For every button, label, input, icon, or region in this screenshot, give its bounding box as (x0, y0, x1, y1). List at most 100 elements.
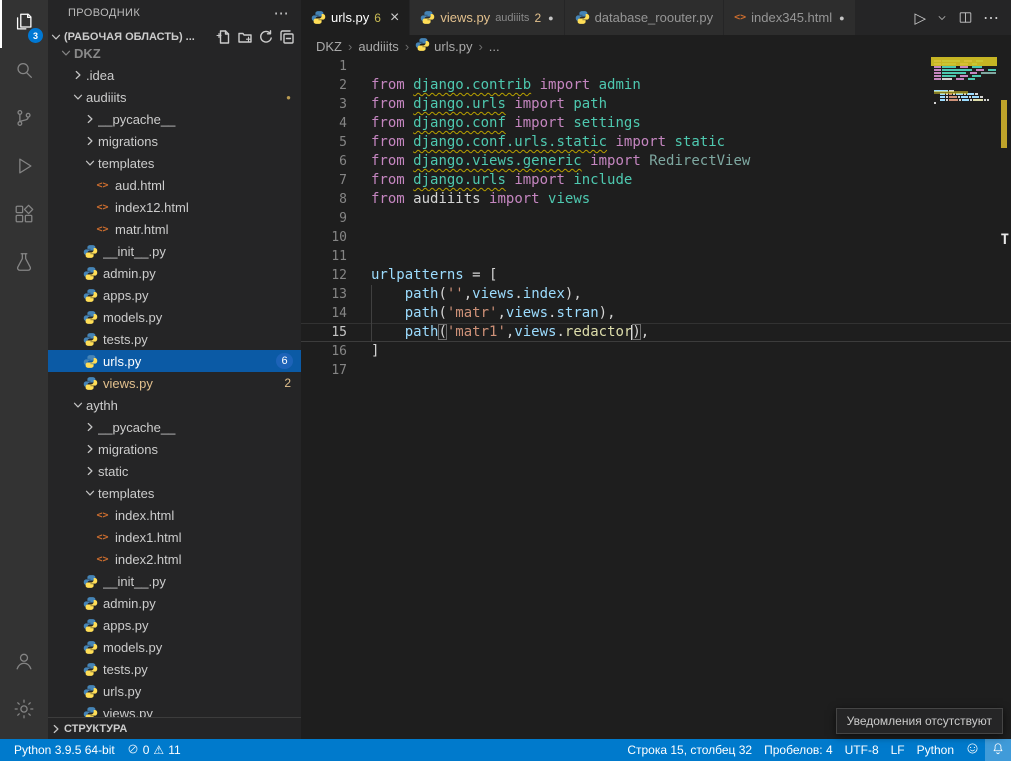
tree-item-index.html[interactable]: <>index.html (48, 504, 301, 526)
tree-item-__init__.py[interactable]: __init__.py (48, 240, 301, 262)
python-file-icon (82, 618, 99, 633)
overview-ruler-mark (1001, 100, 1007, 148)
status-notifications[interactable] (985, 739, 1011, 761)
tree-item-migrations[interactable]: migrations (48, 130, 301, 152)
status-language-mode[interactable]: Python (911, 739, 960, 761)
split-editor-icon[interactable] (958, 10, 973, 25)
tree-item-models.py[interactable]: models.py (48, 306, 301, 328)
activity-source-control[interactable] (0, 96, 48, 144)
tree-item-static[interactable]: static (48, 460, 301, 482)
code-line-14[interactable]: 14 path('matr',views.stran), (301, 304, 1011, 323)
tree-item-index12.html[interactable]: <>index12.html (48, 196, 301, 218)
activity-extensions[interactable] (0, 192, 48, 240)
activity-account[interactable] (0, 639, 48, 687)
breadcrumb-item-...[interactable]: ... (489, 39, 500, 54)
tab-label: database_roouter.py (595, 10, 714, 25)
collapse-all-icon[interactable] (279, 29, 295, 45)
status-python-interpreter[interactable]: Python 3.9.5 64-bit (8, 739, 121, 761)
code-line-16[interactable]: 16] (301, 342, 1011, 361)
code-line-1[interactable]: 1 (301, 57, 1011, 76)
tab-index345.html[interactable]: <>index345.html● (724, 0, 855, 35)
minimap[interactable] (931, 57, 997, 108)
tab-label: index345.html (751, 10, 832, 25)
code-line-7[interactable]: 7from django.urls import include (301, 171, 1011, 190)
tree-item-audiiits[interactable]: audiiits● (48, 86, 301, 108)
extensions-icon (13, 203, 35, 230)
activity-explorer[interactable]: 3 (0, 0, 48, 48)
python-file-icon (82, 376, 99, 391)
python-file-icon (82, 574, 99, 589)
code-line-11[interactable]: 11 (301, 247, 1011, 266)
breadcrumb-separator-icon: › (405, 39, 409, 54)
tree-item-index1.html[interactable]: <>index1.html (48, 526, 301, 548)
new-folder-icon[interactable] (237, 29, 253, 45)
tree-item-migrations[interactable]: migrations (48, 438, 301, 460)
activity-settings[interactable] (0, 687, 48, 735)
tree-item-label: index.html (115, 508, 301, 523)
code-line-4[interactable]: 4from django.conf import settings (301, 114, 1011, 133)
tree-item-label: urls.py (103, 684, 301, 699)
status-feedback[interactable] (960, 739, 985, 761)
tree-item-views.py[interactable]: views.py2 (48, 372, 301, 394)
tree-item-label: __pycache__ (98, 112, 301, 127)
workspace-section-header[interactable]: (РАБОЧАЯ ОБЛАСТЬ) ... (48, 26, 301, 48)
tree-item-__init__.py[interactable]: __init__.py (48, 570, 301, 592)
line-number: 8 (301, 190, 347, 209)
code-line-2[interactable]: 2from django.contrib import admin (301, 76, 1011, 95)
status-encoding[interactable]: UTF-8 (839, 739, 885, 761)
breadcrumb-item-urls.py[interactable]: urls.py (415, 37, 472, 55)
run-python-file-button[interactable]: ▷ (914, 9, 926, 27)
activity-run-debug[interactable] (0, 144, 48, 192)
activity-search[interactable] (0, 48, 48, 96)
tab-views.py[interactable]: views.pyaudiiits2● (410, 0, 564, 35)
code-line-8[interactable]: 8from audiiits import views (301, 190, 1011, 209)
editor-more-actions-icon[interactable]: ⋯ (983, 8, 999, 28)
tree-item-.idea[interactable]: .idea (48, 64, 301, 86)
code-line-17[interactable]: 17 (301, 361, 1011, 380)
tree-item-templates[interactable]: templates (48, 482, 301, 504)
refresh-icon[interactable] (258, 29, 274, 45)
tree-item-DKZ[interactable]: DKZ (48, 48, 301, 64)
tree-item-tests.py[interactable]: tests.py (48, 658, 301, 680)
tree-item-urls.py[interactable]: urls.py6 (48, 350, 301, 372)
code-editor[interactable]: 12from django.contrib import admin3from … (301, 57, 1011, 739)
breadcrumb-item-audiiits[interactable]: audiiits (358, 39, 398, 54)
tree-item-__pycache__[interactable]: __pycache__ (48, 108, 301, 130)
run-dropdown-chevron-icon[interactable] (936, 12, 948, 24)
code-line-9[interactable]: 9 (301, 209, 1011, 228)
tree-item-aud.html[interactable]: <>aud.html (48, 174, 301, 196)
code-line-15[interactable]: 15 path('matr1',views.redactor), (301, 323, 1011, 342)
tab-urls.py[interactable]: urls.py6× (301, 0, 410, 35)
status-indentation[interactable]: Пробелов: 4 (758, 739, 839, 761)
outline-section-header[interactable]: СТРУКТУРА (48, 717, 301, 739)
tree-item-urls.py[interactable]: urls.py (48, 680, 301, 702)
tree-item-__pycache__[interactable]: __pycache__ (48, 416, 301, 438)
activity-testing[interactable] (0, 240, 48, 288)
tree-item-apps.py[interactable]: apps.py (48, 614, 301, 636)
code-line-12[interactable]: 12urlpatterns = [ (301, 266, 1011, 285)
tree-item-apps.py[interactable]: apps.py (48, 284, 301, 306)
code-line-6[interactable]: 6from django.views.generic import Redire… (301, 152, 1011, 171)
tree-item-models.py[interactable]: models.py (48, 636, 301, 658)
tree-item-views.py[interactable]: views.py (48, 702, 301, 717)
status-cursor-position[interactable]: Строка 15, столбец 32 (621, 739, 758, 761)
tab-database_roouter.py[interactable]: database_roouter.py (565, 0, 725, 35)
tree-item-templates[interactable]: templates (48, 152, 301, 174)
close-icon[interactable]: × (390, 10, 399, 26)
status-problems[interactable]: 0⚠11 (121, 739, 187, 761)
tree-item-admin.py[interactable]: admin.py (48, 262, 301, 284)
tree-item-tests.py[interactable]: tests.py (48, 328, 301, 350)
tree-item-aythh[interactable]: aythh (48, 394, 301, 416)
code-line-10[interactable]: 10 (301, 228, 1011, 247)
tree-item-admin.py[interactable]: admin.py (48, 592, 301, 614)
tree-item-label: audiiits (86, 90, 286, 105)
new-file-icon[interactable] (216, 29, 232, 45)
code-line-13[interactable]: 13 path('',views.index), (301, 285, 1011, 304)
tree-item-index2.html[interactable]: <>index2.html (48, 548, 301, 570)
code-line-3[interactable]: 3from django.urls import path (301, 95, 1011, 114)
breadcrumb-item-DKZ[interactable]: DKZ (316, 39, 342, 54)
code-line-5[interactable]: 5from django.conf.urls.static import sta… (301, 133, 1011, 152)
more-actions-icon[interactable]: ⋯ (274, 4, 289, 22)
status-eol[interactable]: LF (885, 739, 911, 761)
tree-item-matr.html[interactable]: <>matr.html (48, 218, 301, 240)
